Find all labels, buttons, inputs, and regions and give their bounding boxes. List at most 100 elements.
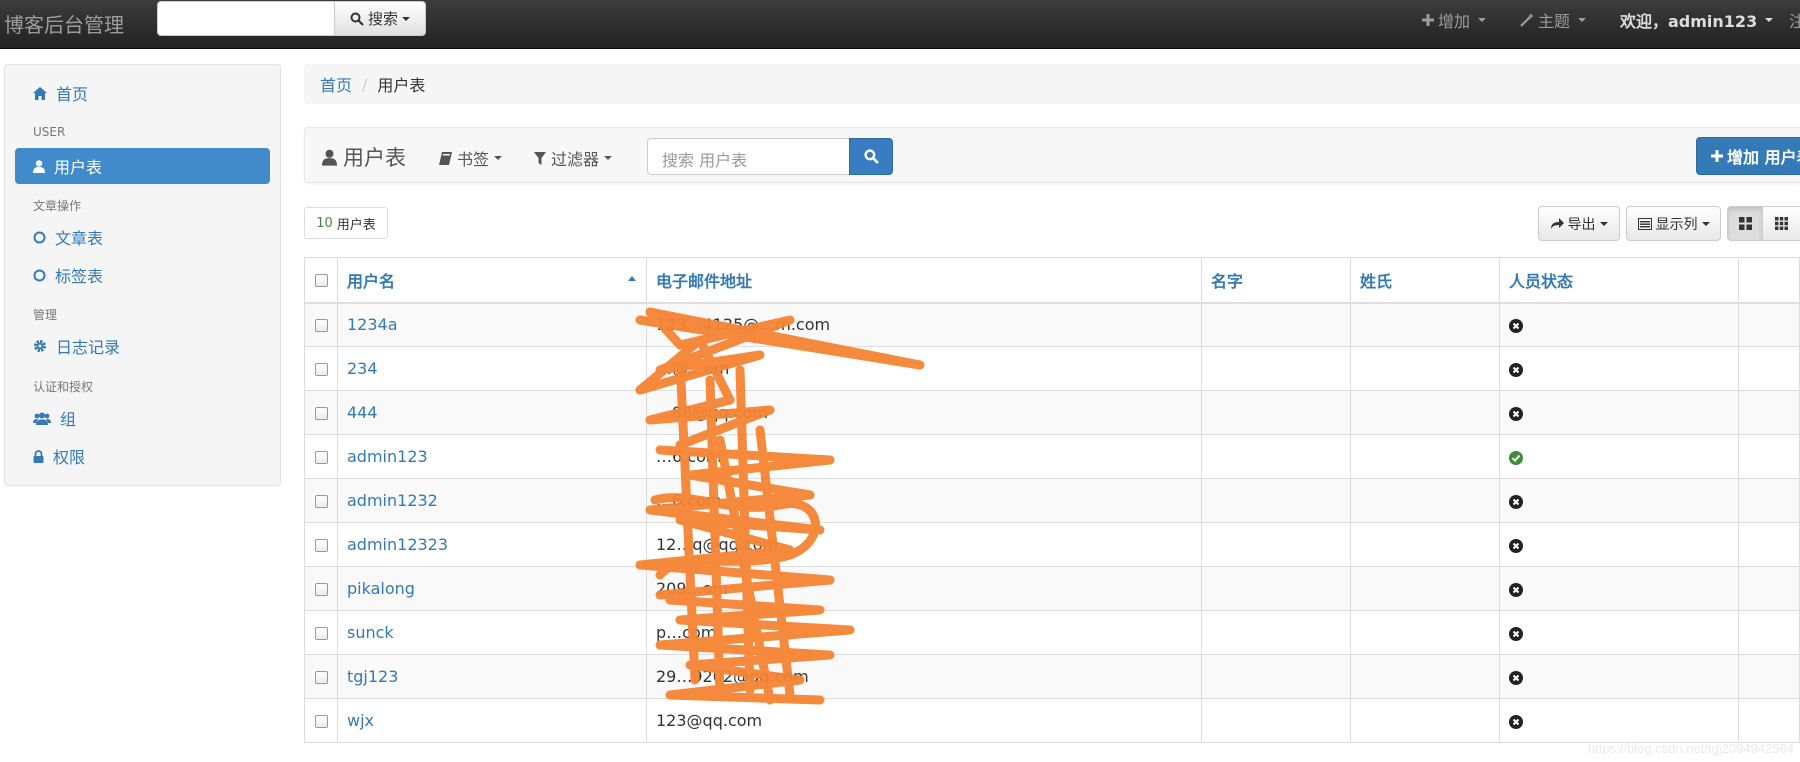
x-circle-icon <box>1509 318 1523 333</box>
grid-view-large-button[interactable] <box>1727 206 1763 241</box>
theme-menu-label: 主题 <box>1538 12 1571 31</box>
username-cell: admin12323 <box>337 522 647 567</box>
first-name-cell <box>1201 390 1351 435</box>
grid-view-small-button[interactable] <box>1762 206 1800 241</box>
chevron-down-icon <box>1765 18 1774 22</box>
first-name-cell <box>1201 566 1351 611</box>
sidebar-item-label: 用户表 <box>54 158 103 177</box>
sidebar-item-group[interactable]: 组 <box>15 400 270 436</box>
row-checkbox[interactable] <box>314 671 328 684</box>
username-link[interactable]: wjx <box>347 711 374 730</box>
user-menu[interactable]: 欢迎，admin123 <box>1620 10 1774 31</box>
extra-cell <box>1738 302 1800 347</box>
column-header-extra <box>1738 257 1800 304</box>
result-count-number: 10 <box>316 215 333 231</box>
th-icon <box>1775 217 1788 230</box>
export-label: 导出 <box>1567 216 1596 233</box>
page-title: 用户表 <box>322 142 406 172</box>
row-checkbox[interactable] <box>314 319 328 333</box>
sort-ascending-icon <box>628 276 636 281</box>
top-navbar: 博客后台管理 搜索 增加 主题 欢迎，admin123 注 <box>0 0 1800 49</box>
add-user-button[interactable]: 增加 用户表 <box>1696 137 1800 175</box>
extra-cell <box>1738 610 1800 655</box>
row-select-cell <box>304 654 338 699</box>
sidebar-item-home[interactable]: 首页 <box>15 75 270 111</box>
row-checkbox[interactable] <box>314 451 328 464</box>
sidebar-item-article-table[interactable]: 文章表 <box>15 219 270 255</box>
extra-cell <box>1738 698 1800 743</box>
chevron-down-icon <box>604 156 613 160</box>
username-link[interactable]: 1234a <box>347 315 398 334</box>
bookmarks-dropdown[interactable]: 书签 <box>439 146 503 170</box>
row-select-cell <box>304 522 338 567</box>
sidebar-item-label: 日志记录 <box>56 338 121 357</box>
row-checkbox[interactable] <box>314 495 328 508</box>
row-checkbox[interactable] <box>314 627 328 640</box>
select-all-checkbox[interactable] <box>314 274 328 288</box>
column-header-first-name[interactable]: 名字 <box>1201 257 1351 304</box>
share-icon <box>1550 218 1564 229</box>
last-name-cell <box>1350 346 1500 391</box>
username-cell: 1234a <box>337 302 647 347</box>
sidebar-item-log[interactable]: 日志记录 <box>15 328 270 364</box>
filters-dropdown[interactable]: 过滤器 <box>534 146 613 170</box>
last-name-cell <box>1350 522 1500 567</box>
row-select-cell <box>304 302 338 347</box>
welcome-label: 欢迎，admin123 <box>1620 12 1758 31</box>
last-name-cell <box>1350 390 1500 435</box>
email-cell: 29…9202@qq.com <box>646 654 1202 699</box>
extra-cell <box>1738 566 1800 611</box>
export-button[interactable]: 导出 <box>1538 206 1620 241</box>
global-search-input[interactable] <box>157 1 335 36</box>
brand-title[interactable]: 博客后台管理 <box>4 9 124 38</box>
username-link[interactable]: admin123 <box>347 447 428 466</box>
sidebar-item-label: 文章表 <box>55 229 104 248</box>
column-header-username[interactable]: 用户名 <box>337 257 647 304</box>
table-row: wjx 123@qq.com <box>304 698 1800 743</box>
username-link[interactable]: pikalong <box>347 579 415 598</box>
row-checkbox[interactable] <box>314 715 328 728</box>
row-checkbox[interactable] <box>314 407 328 420</box>
username-link[interactable]: admin1232 <box>347 491 438 510</box>
theme-menu[interactable]: 主题 <box>1520 10 1587 31</box>
username-link[interactable]: tgj123 <box>347 667 398 686</box>
sidebar-item-tag-table[interactable]: 标签表 <box>15 257 270 293</box>
list-search-input[interactable]: 搜索 用户表 <box>647 138 850 175</box>
sidebar-item-user-table[interactable]: 用户表 <box>15 148 270 184</box>
x-circle-icon <box>1509 714 1523 729</box>
nav-item-cutoff[interactable]: 注 <box>1789 10 1800 31</box>
global-search-button[interactable]: 搜索 <box>334 1 426 36</box>
list-search-button[interactable] <box>849 138 893 175</box>
gear-icon <box>34 340 46 352</box>
active-status-cell <box>1499 434 1739 479</box>
row-checkbox[interactable] <box>314 363 328 376</box>
first-name-cell <box>1201 346 1351 391</box>
home-icon <box>33 86 47 100</box>
row-checkbox[interactable] <box>314 539 328 552</box>
username-link[interactable]: sunck <box>347 623 394 642</box>
username-link[interactable]: admin12323 <box>347 535 448 554</box>
lock-icon <box>33 449 44 463</box>
add-menu[interactable]: 增加 <box>1422 10 1487 31</box>
breadcrumb-home[interactable]: 首页 <box>320 72 352 96</box>
row-checkbox[interactable] <box>314 583 328 596</box>
last-name-cell <box>1350 434 1500 479</box>
result-count-label: 用户表 <box>336 217 376 233</box>
table-row: 444 …88@qq.com <box>304 390 1800 435</box>
sidebar-item-label: 标签表 <box>55 267 104 286</box>
column-header-active[interactable]: 人员状态 <box>1499 257 1739 304</box>
column-header-last-name[interactable]: 姓氏 <box>1350 257 1500 304</box>
sidebar-item-permission[interactable]: 权限 <box>15 438 270 474</box>
first-name-cell <box>1201 698 1351 743</box>
watermark: https://blog.csdn.net/tgj2094942564 <box>1588 741 1794 756</box>
first-name-cell <box>1201 478 1351 523</box>
show-columns-button[interactable]: 显示列 <box>1626 206 1721 241</box>
column-header-email[interactable]: 电子邮件地址 <box>646 257 1202 304</box>
username-link[interactable]: 234 <box>347 359 378 378</box>
username-cell: wjx <box>337 698 647 743</box>
email-cell: …6.com <box>646 434 1202 479</box>
x-circle-icon <box>1509 670 1523 685</box>
email-cell: 209…om <box>646 566 1202 611</box>
username-link[interactable]: 444 <box>347 403 378 422</box>
sidebar-item-label: 首页 <box>56 85 89 104</box>
